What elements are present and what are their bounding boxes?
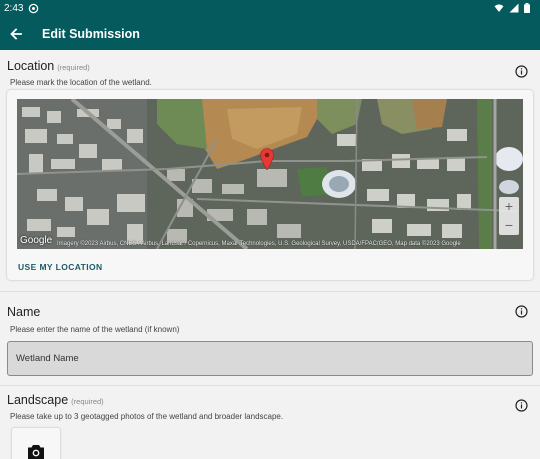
zoom-out-button[interactable]: −	[499, 216, 519, 235]
status-bar: 2:43	[0, 0, 540, 18]
wetland-name-input[interactable]	[8, 342, 532, 375]
landscape-section-title: Landscape (required)	[7, 393, 104, 407]
battery-icon	[524, 3, 530, 16]
section-divider	[0, 291, 540, 292]
camera-icon	[27, 444, 45, 459]
status-time: 2:43	[4, 3, 24, 14]
sync-icon	[28, 3, 39, 17]
google-logo: Google	[20, 235, 53, 246]
page-title: Edit Submission	[42, 27, 140, 41]
info-icon[interactable]	[515, 305, 528, 318]
landscape-required-label: (required)	[71, 397, 104, 406]
name-hint: Please enter the name of the wetland (if…	[10, 325, 180, 334]
wetland-name-field[interactable]	[7, 341, 533, 376]
location-map-card: + − Google Imagery ©2023 Airbus, CNES / …	[7, 90, 533, 280]
name-section-title: Name	[7, 305, 40, 319]
location-required-label: (required)	[57, 63, 90, 72]
use-my-location-button[interactable]: USE MY LOCATION	[18, 262, 103, 272]
location-section-title: Location (required)	[7, 59, 90, 73]
landscape-hint: Please take up to 3 geotagged photos of …	[10, 412, 284, 421]
location-title: Location	[7, 59, 55, 73]
landscape-title: Landscape	[7, 393, 69, 407]
name-title: Name	[7, 305, 41, 319]
map-zoom-controls: + −	[499, 197, 519, 235]
info-icon[interactable]	[515, 399, 528, 412]
app-bar: Edit Submission	[0, 18, 540, 50]
wifi-icon	[494, 3, 504, 16]
map-pin-icon	[260, 148, 274, 170]
location-hint: Please mark the location of the wetland.	[10, 78, 152, 87]
zoom-in-button[interactable]: +	[499, 197, 519, 216]
map-attribution: Imagery ©2023 Airbus, CNES / Airbus, Lan…	[57, 241, 461, 247]
section-divider	[0, 385, 540, 386]
signal-icon	[509, 3, 519, 16]
add-photo-button[interactable]	[12, 428, 60, 459]
info-icon[interactable]	[515, 65, 528, 78]
arrow-back-icon[interactable]	[9, 24, 23, 44]
location-map[interactable]: + − Google Imagery ©2023 Airbus, CNES / …	[17, 99, 523, 249]
